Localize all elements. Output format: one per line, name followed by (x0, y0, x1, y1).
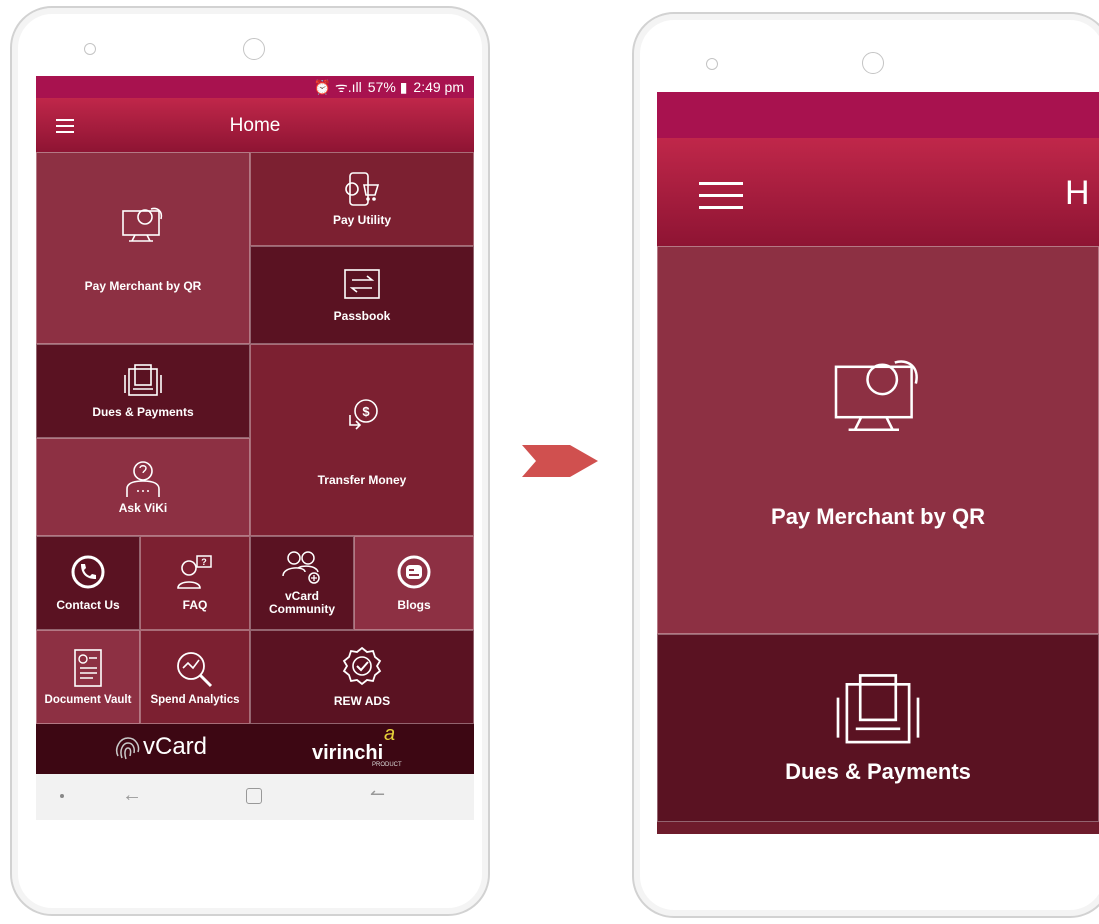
tile-label: Contact Us (56, 598, 120, 612)
vcard-logo-text: vCard (143, 733, 208, 760)
tile-pay-merchant-qr[interactable]: Pay Merchant by QR (36, 152, 250, 344)
overview-square-icon[interactable] (246, 788, 262, 804)
tile-label: REW ADS (333, 694, 391, 708)
brand-footer: vCard virinchi a PRODUCT (36, 723, 474, 774)
tile-dues-payments[interactable]: Dues & Payments (657, 634, 1099, 822)
tile-label-line2: Community (269, 602, 335, 616)
tile-label: Pay Merchant by QR (84, 279, 202, 293)
app-screen-right-zoomed: H Pay Merchant by QR Dues & Payments (657, 92, 1099, 834)
tile-faq[interactable]: ? FAQ (140, 536, 250, 630)
tile-label: Document Vault (44, 694, 132, 706)
recents-icon[interactable]: ↼ (370, 784, 385, 805)
community-icon (282, 551, 320, 584)
tile-contact-us[interactable]: Contact Us (36, 536, 140, 630)
status-icons: ⏰ ᯤ.ıll (313, 78, 362, 95)
tile-label: Passbook (333, 309, 391, 323)
transition-arrow-icon (522, 445, 598, 477)
virinchi-product-label: PRODUCT (372, 762, 402, 768)
tile-pay-merchant-qr[interactable]: Pay Merchant by QR (657, 246, 1099, 634)
transfer-money-icon: $ (349, 399, 378, 430)
tile-label: Ask ViKi (118, 501, 168, 515)
tile-spend-analytics[interactable]: Spend Analytics (140, 630, 250, 724)
status-bar: ⏰ ᯤ.ıll 57% ▮ 2:49 pm (36, 76, 474, 98)
fingerprint-icon (116, 737, 140, 760)
nav-dot-icon[interactable] (60, 794, 64, 798)
svg-text:?: ? (201, 557, 207, 567)
faq-icon: ? (177, 555, 212, 589)
clock: 2:49 pm (413, 79, 464, 95)
virinchi-logo-sup: a (384, 723, 396, 745)
status-bar (657, 92, 1099, 138)
tile-passbook[interactable]: Passbook (250, 246, 474, 344)
app-bar: Home (36, 98, 474, 152)
phone-call-icon (71, 555, 105, 589)
spend-analytics-icon (177, 652, 213, 688)
hamburger-menu-icon[interactable] (699, 182, 743, 209)
badge-check-icon (342, 646, 382, 686)
app-screen-left: ⏰ ᯤ.ıll 57% ▮ 2:49 pm Home Pay Merchant … (36, 76, 474, 820)
tile-label: Transfer Money (317, 473, 407, 487)
tile-dues-payments[interactable]: Dues & Payments (36, 344, 250, 438)
page-title: Home (229, 115, 281, 136)
camera-circle (862, 52, 884, 74)
tile-label: vCard Community (269, 590, 335, 616)
ask-viki-icon (126, 461, 160, 497)
tile-label: FAQ (182, 598, 208, 612)
pay-utility-icon (345, 172, 380, 206)
tile-rew-ads[interactable]: REW ADS (250, 630, 474, 724)
camera-circle (243, 38, 265, 60)
tile-vcard-community[interactable]: vCard Community (250, 536, 354, 630)
dues-payments-icon (836, 674, 920, 744)
document-vault-icon (74, 649, 102, 687)
svg-text:$: $ (362, 404, 370, 419)
blog-icon (397, 555, 431, 589)
passbook-icon (344, 269, 380, 299)
tile-blogs[interactable]: Blogs (354, 536, 474, 630)
tile-label: Blogs (397, 598, 431, 612)
pay-merchant-qr-icon (834, 360, 918, 432)
tile-label: Dues & Payments (785, 759, 971, 784)
tile-label: Dues & Payments (92, 405, 194, 419)
tile-label: Spend Analytics (150, 694, 240, 706)
tile-document-vault[interactable]: Document Vault (36, 630, 140, 724)
tile-label: Pay Utility (332, 213, 392, 227)
speaker-dot (84, 43, 96, 55)
battery-level: 57% ▮ (367, 78, 408, 95)
page-title-partial: H (1065, 174, 1090, 212)
back-arrow-icon[interactable]: ← (122, 784, 142, 807)
tile-label: Pay Merchant by QR (771, 504, 985, 529)
tile-pay-utility[interactable]: Pay Utility (250, 152, 474, 246)
app-bar: H (657, 138, 1099, 246)
pay-merchant-qr-icon (122, 207, 163, 242)
speaker-dot (706, 58, 718, 70)
tile-ask-viki[interactable]: Ask ViKi (36, 438, 250, 536)
tile-transfer-money[interactable]: $ Transfer Money (250, 344, 474, 536)
android-nav-bar: ← ↼ (36, 774, 474, 820)
dues-payments-icon (124, 364, 162, 396)
